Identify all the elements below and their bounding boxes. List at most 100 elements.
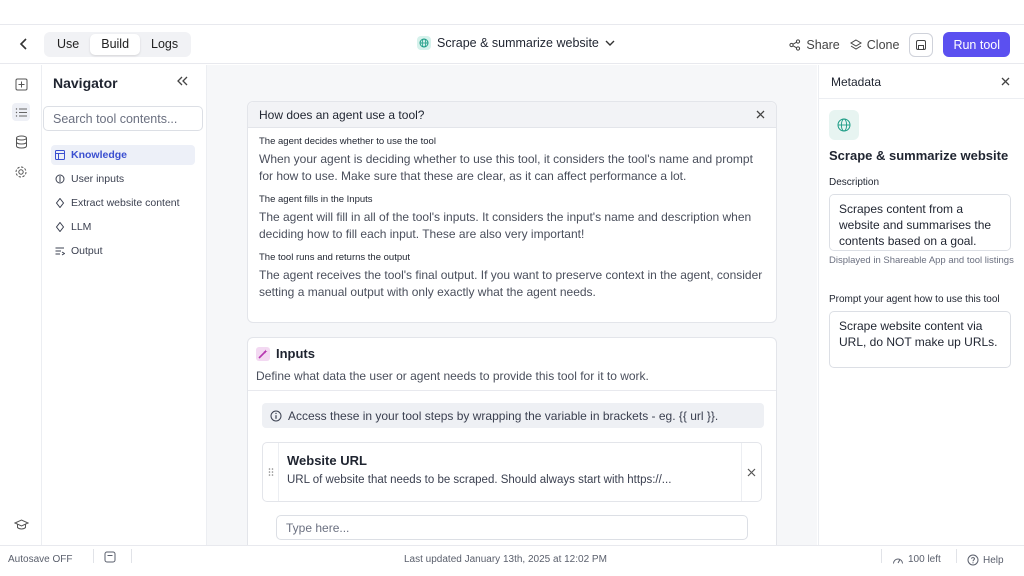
nav-item-knowledge[interactable]: Knowledge [51,145,195,165]
diamond-icon [55,198,65,208]
close-help-button[interactable] [756,108,765,122]
website-url-input[interactable] [276,515,748,540]
nav-item-extract-website-content[interactable]: Extract website content [51,193,195,213]
gauge-icon [893,558,903,564]
diamond-icon [55,222,65,232]
inputs-description: Define what data the user or agent needs… [256,369,649,383]
tool-title-dropdown[interactable]: Scrape & summarize website [417,36,615,50]
clone-label: Clone [866,37,900,52]
input-field-description: URL of website that needs to be scraped.… [287,474,672,486]
description-hint: Displayed in Shareable App and tool list… [829,255,1014,266]
metadata-title: Metadata [831,74,882,89]
input-field-title: Website URL [287,453,367,468]
chevron-left-icon [19,38,27,50]
help-circle-icon [967,554,979,566]
nav-item-user-inputs[interactable]: User inputs [51,169,195,189]
layers-icon [849,38,862,50]
metadata-header: Metadata [819,65,1024,99]
status-bar: Autosave OFF Last updated January 13th, … [0,545,1024,576]
divider [881,549,882,563]
navigator-search-input[interactable] [43,106,203,131]
tool-title: Scrape & summarize website [437,36,599,50]
help-text: The agent will fill in all of the tool's… [259,210,752,241]
help-heading: The agent decides whether to use the too… [259,136,436,147]
help-card: How does an agent use a tool? The agent … [247,101,777,323]
table-icon [55,150,65,160]
help-text: Help [983,554,1004,566]
history-button[interactable] [104,551,116,566]
nav-item-output[interactable]: Output [51,241,195,261]
save-button[interactable] [909,32,934,57]
divider [956,549,957,563]
autosave-toggle[interactable]: Autosave OFF [8,554,72,565]
collapse-navigator-button[interactable] [176,73,188,91]
output-icon [55,246,65,256]
inputs-title: Inputs [276,346,315,361]
save-icon [916,39,927,50]
chevrons-left-icon [177,76,188,86]
description-textarea[interactable] [829,194,1011,251]
help-heading: The agent fills in the Inputs [259,194,373,205]
back-button[interactable] [14,34,34,54]
inputs-header: Inputs [256,346,315,361]
share-label: Share [806,37,840,52]
inputs-card: Inputs Define what data the user or agen… [247,337,777,545]
credits-text: 100 left [908,554,941,565]
help-button[interactable]: Help [967,554,1004,566]
metadata-tool-name[interactable]: Scrape & summarize website [829,148,1008,163]
close-icon [756,110,765,118]
input-icon [55,174,65,184]
prompt-textarea[interactable] [829,311,1011,368]
nav-item-label: User inputs [71,173,125,185]
magic-wand-icon [256,346,270,361]
info-text: Access these in your tool steps by wrapp… [288,408,719,423]
prompt-label: Prompt your agent how to use this tool [829,294,1000,305]
globe-icon [417,36,431,50]
database-icon [15,135,27,149]
nav-item-label: LLM [71,221,92,233]
nav-item-label: Output [71,245,103,257]
help-text: When your agent is deciding whether to u… [259,152,753,183]
tab-use[interactable]: Use [46,34,90,55]
nav-item-llm[interactable]: LLM [51,217,195,237]
tab-build[interactable]: Build [90,34,141,55]
navigator-list: Knowledge User inputs Extract website co… [51,145,195,265]
drag-handle[interactable] [263,443,279,501]
globe-icon [837,118,851,132]
main-canvas: How does an agent use a tool? The agent … [207,65,817,545]
learn-button[interactable] [12,515,30,533]
left-rail [0,65,42,545]
add-step-button[interactable] [12,75,30,93]
top-actions: Share Clone Run tool [789,32,1010,57]
close-metadata-button[interactable] [1001,75,1010,89]
top-bar: Use Build Logs Scrape & summarize websit… [0,24,1024,64]
variable-info-banner: Access these in your tool steps by wrapp… [262,403,764,428]
help-heading: The tool runs and returns the output [259,252,411,263]
gear-icon [15,166,27,178]
help-card-body: The agent decides whether to use the too… [248,128,776,301]
history-icon [104,551,116,563]
close-icon [747,468,756,476]
plus-square-icon [15,78,27,90]
graduation-cap-icon [13,518,29,529]
clone-button[interactable]: Clone [849,37,900,52]
input-field-card: Website URL URL of website that needs to… [262,442,762,502]
database-button[interactable] [12,133,30,151]
run-tool-button[interactable]: Run tool [943,32,1010,57]
share-button[interactable]: Share [789,37,840,52]
tool-icon-button[interactable] [829,110,859,140]
settings-button[interactable] [12,163,30,181]
divider [93,549,94,563]
help-card-title: How does an agent use a tool? [259,107,425,122]
help-card-header: How does an agent use a tool? [248,102,776,128]
mode-switch: Use Build Logs [44,32,192,57]
credits-indicator[interactable]: 100 left [892,554,941,565]
info-icon [270,410,282,421]
nav-item-label: Knowledge [71,149,128,161]
tab-logs[interactable]: Logs [140,34,189,55]
remove-input-button[interactable] [741,443,761,501]
list-icon [15,107,27,117]
help-text: The agent receives the tool's final outp… [259,268,763,299]
navigator-button[interactable] [12,103,30,121]
grip-icon [268,468,273,476]
